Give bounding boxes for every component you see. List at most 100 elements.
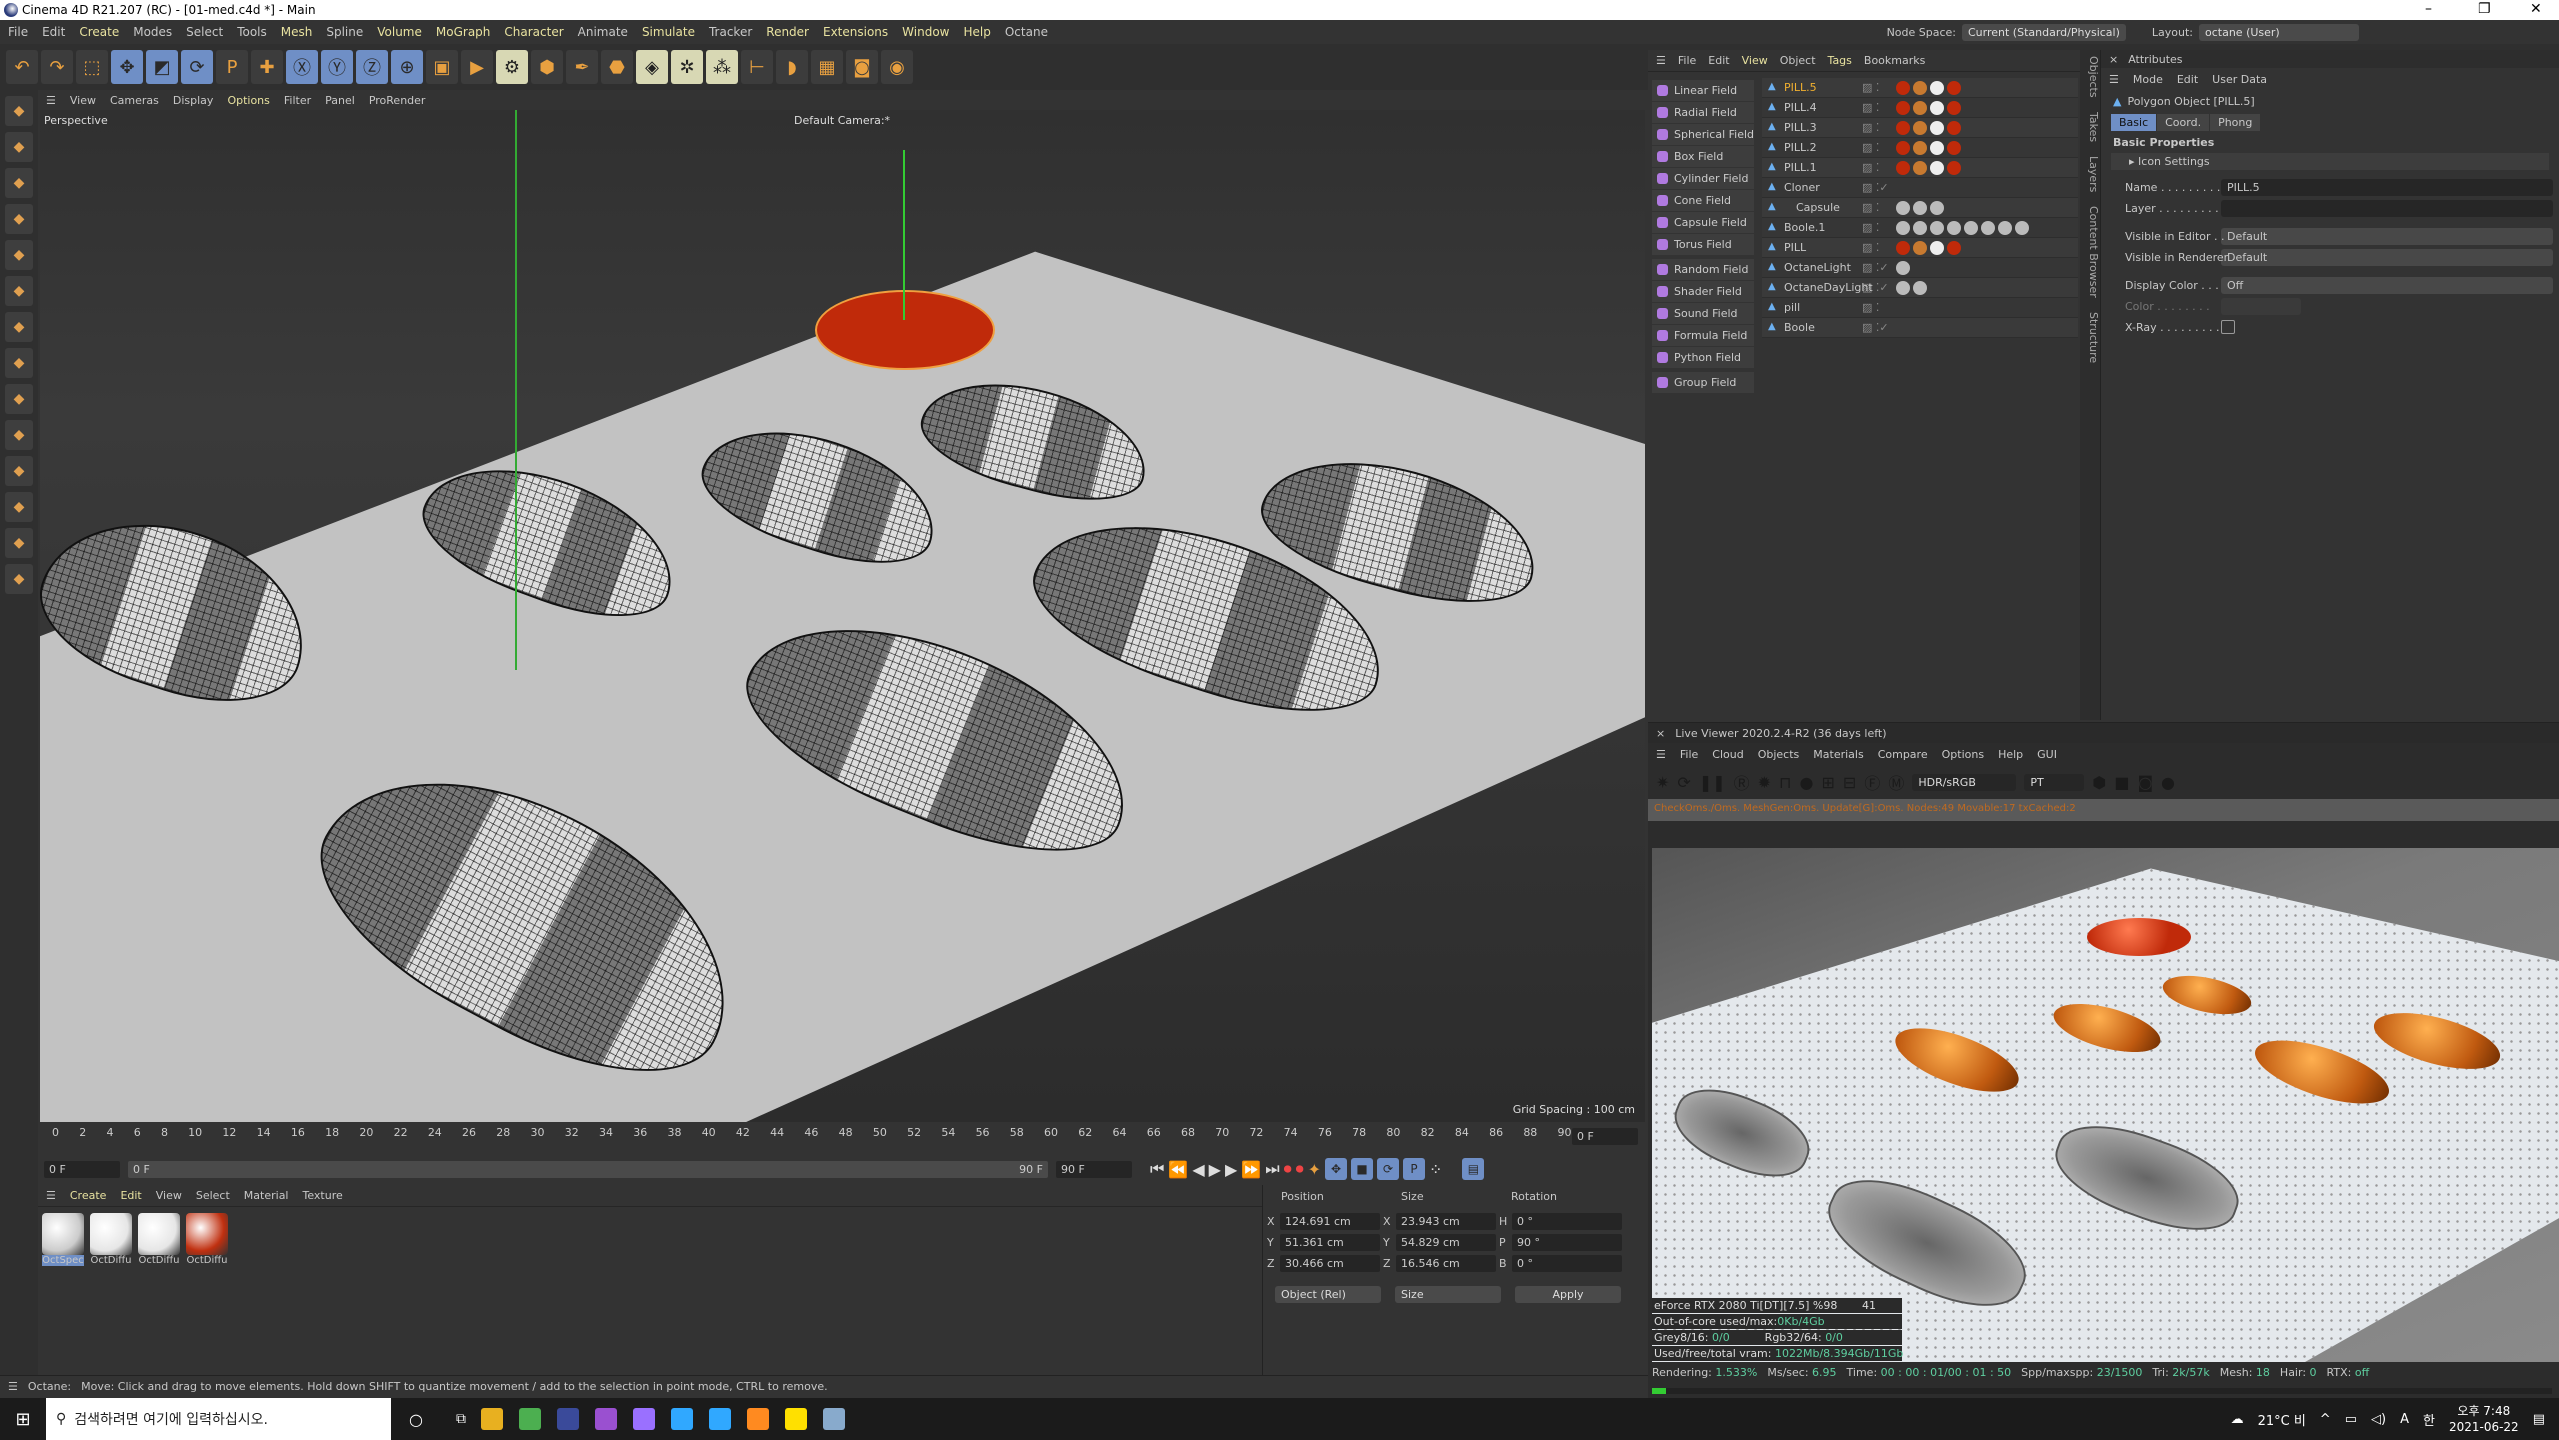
send-scene-icon[interactable]: ✷ bbox=[1656, 773, 1669, 792]
3d-viewport[interactable]: Perspective Default Camera:* Grid Spacin… bbox=[40, 110, 1645, 1122]
material-menu-view[interactable]: View bbox=[156, 1189, 182, 1202]
menu-icon[interactable]: ☰ bbox=[1656, 748, 1666, 761]
object-name[interactable]: Boole bbox=[1762, 321, 1862, 334]
render-view[interactable] bbox=[1652, 848, 2559, 1362]
object-name[interactable]: Cloner bbox=[1762, 181, 1862, 194]
field-linear-field[interactable]: Linear Field bbox=[1652, 80, 1754, 101]
workplane-icon[interactable]: ◆ bbox=[5, 492, 33, 522]
grid-icon[interactable]: ◆ bbox=[5, 528, 33, 558]
kakaotalk-icon[interactable] bbox=[785, 1408, 807, 1430]
close-button[interactable]: ✕ bbox=[2530, 1, 2542, 17]
material-tag-icon[interactable] bbox=[1913, 120, 1927, 135]
object-name[interactable]: PILL.3 bbox=[1762, 121, 1862, 134]
stop-icon[interactable]: ■ bbox=[2114, 773, 2129, 792]
kernel-select[interactable]: PT bbox=[2024, 773, 2085, 791]
go-end-icon[interactable]: ⏭ bbox=[1265, 1159, 1279, 1179]
field-torus-field[interactable]: Torus Field bbox=[1652, 234, 1754, 255]
cortana-icon[interactable]: ○ bbox=[391, 1410, 441, 1429]
zoom-out-icon[interactable]: ⊟ bbox=[1843, 773, 1856, 792]
key-pla-icon[interactable]: ⁘ bbox=[1429, 1160, 1442, 1179]
object-name[interactable]: pill bbox=[1762, 301, 1862, 314]
add-icon[interactable]: ✚ bbox=[251, 50, 283, 84]
menu-icon[interactable]: ☰ bbox=[2109, 73, 2119, 86]
visibility-toggle[interactable]: ▨ ⁚ bbox=[1862, 221, 1896, 234]
position-field[interactable]: 30.466 cm bbox=[1280, 1255, 1380, 1272]
material-tag-icon[interactable] bbox=[1896, 160, 1910, 175]
make-editable-icon[interactable]: ◆ bbox=[5, 96, 33, 126]
scale-icon[interactable]: ◩ bbox=[146, 50, 178, 84]
live-menu-options[interactable]: Options bbox=[1942, 748, 1984, 761]
visibility-toggle[interactable]: ▨ ⁚✓ bbox=[1862, 181, 1896, 194]
menu-animate[interactable]: Animate bbox=[578, 25, 628, 39]
polygons-mode-icon[interactable]: ◆ bbox=[5, 276, 33, 306]
visibility-toggle[interactable]: ▨ ⁚ bbox=[1862, 141, 1896, 154]
tab-content-browser[interactable]: Content Browser bbox=[2080, 206, 2100, 298]
object-row[interactable]: PILL.4▨ ⁚ bbox=[1762, 98, 2078, 118]
object-row[interactable]: PILL.2▨ ⁚ bbox=[1762, 138, 2078, 158]
material-tag-icon[interactable] bbox=[1964, 220, 1978, 235]
object-name[interactable]: PILL bbox=[1762, 241, 1862, 254]
menu-octane[interactable]: Octane bbox=[1005, 25, 1048, 39]
range-slider[interactable]: 0 F 90 F bbox=[128, 1160, 1048, 1178]
material-tag-icon[interactable] bbox=[1896, 200, 1910, 215]
start-frame-field[interactable]: 0 F bbox=[44, 1160, 120, 1178]
menu-icon[interactable]: ☰ bbox=[8, 1380, 18, 1393]
menu-character[interactable]: Character bbox=[504, 25, 563, 39]
rotation-field[interactable]: 0 ° bbox=[1512, 1213, 1622, 1230]
viewport-menu-display[interactable]: Display bbox=[173, 94, 214, 107]
field-spherical-field[interactable]: Spherical Field bbox=[1652, 124, 1754, 145]
move-icon[interactable]: ✥ bbox=[111, 50, 143, 84]
name-field[interactable]: PILL.5 bbox=[2221, 178, 2553, 196]
material-menu-edit[interactable]: Edit bbox=[120, 1189, 141, 1202]
menu-window[interactable]: Window bbox=[902, 25, 949, 39]
cloner-icon[interactable]: ✲ bbox=[671, 50, 703, 84]
material-item[interactable]: OctDiffu bbox=[186, 1213, 228, 1266]
field-shader-field[interactable]: Shader Field bbox=[1652, 281, 1754, 302]
render-icon[interactable]: ▶ bbox=[461, 50, 493, 84]
camera-icon[interactable]: ◙ bbox=[846, 50, 878, 84]
material-item[interactable]: OctSpec bbox=[42, 1213, 84, 1266]
material-tag-icon[interactable] bbox=[1981, 220, 1995, 235]
object-menu-edit[interactable]: Edit bbox=[1708, 54, 1729, 67]
object-name[interactable]: PILL.4 bbox=[1762, 101, 1862, 114]
material-tag-icon[interactable] bbox=[1947, 120, 1961, 135]
material-tag-icon[interactable] bbox=[1913, 280, 1927, 295]
pen-icon[interactable]: ✒ bbox=[566, 50, 598, 84]
solo-icon[interactable]: ◆ bbox=[5, 384, 33, 414]
material-tag-icon[interactable] bbox=[1930, 100, 1944, 115]
deformer-icon[interactable]: ⊢ bbox=[741, 50, 773, 84]
menu-simulate[interactable]: Simulate bbox=[642, 25, 695, 39]
prev-frame-icon[interactable]: ◀ bbox=[1192, 1160, 1204, 1179]
menu-help[interactable]: Help bbox=[964, 25, 991, 39]
tab-layers[interactable]: Layers bbox=[2080, 156, 2100, 192]
object-menu-bookmarks[interactable]: Bookmarks bbox=[1864, 54, 1925, 67]
material-tag-icon[interactable] bbox=[1998, 220, 2012, 235]
material-item[interactable]: OctDiffu bbox=[138, 1213, 180, 1266]
tab-basic[interactable]: Basic bbox=[2111, 113, 2157, 131]
viewport-menu-panel[interactable]: Panel bbox=[325, 94, 355, 107]
restart-icon[interactable]: ⟳ bbox=[1677, 773, 1690, 792]
menu-tracker[interactable]: Tracker bbox=[709, 25, 752, 39]
tweak-icon[interactable]: ◆ bbox=[5, 456, 33, 486]
snap-icon[interactable]: ◆ bbox=[5, 348, 33, 378]
key-scale-icon[interactable]: ■ bbox=[1351, 1158, 1374, 1180]
object-menu-object[interactable]: Object bbox=[1780, 54, 1816, 67]
close-icon[interactable]: × bbox=[1656, 727, 1665, 740]
end-frame-field[interactable]: 90 F bbox=[1056, 1160, 1132, 1178]
position-field[interactable]: 51.361 cm bbox=[1280, 1234, 1380, 1251]
viewport-menu-prorender[interactable]: ProRender bbox=[369, 94, 426, 107]
live-menu-gui[interactable]: GUI bbox=[2037, 748, 2057, 761]
live-menu-cloud[interactable]: Cloud bbox=[1712, 748, 1743, 761]
render-view-icon[interactable]: ▣ bbox=[426, 50, 458, 84]
notes-icon[interactable] bbox=[823, 1408, 845, 1430]
live-menu-file[interactable]: File bbox=[1680, 748, 1698, 761]
material-tag-icon[interactable] bbox=[1896, 80, 1910, 95]
tab-coord[interactable]: Coord. bbox=[2157, 113, 2210, 131]
coord-mode-select[interactable]: Object (Rel) bbox=[1275, 1286, 1381, 1303]
network-icon[interactable]: ▭ bbox=[2345, 1412, 2357, 1427]
attributes-menu-edit[interactable]: Edit bbox=[2177, 73, 2198, 86]
field-random-field[interactable]: Random Field bbox=[1652, 259, 1754, 280]
locked-icon[interactable]: ◆ bbox=[5, 564, 33, 594]
material-item[interactable]: OctDiffu bbox=[90, 1213, 132, 1266]
material-menu-select[interactable]: Select bbox=[196, 1189, 230, 1202]
